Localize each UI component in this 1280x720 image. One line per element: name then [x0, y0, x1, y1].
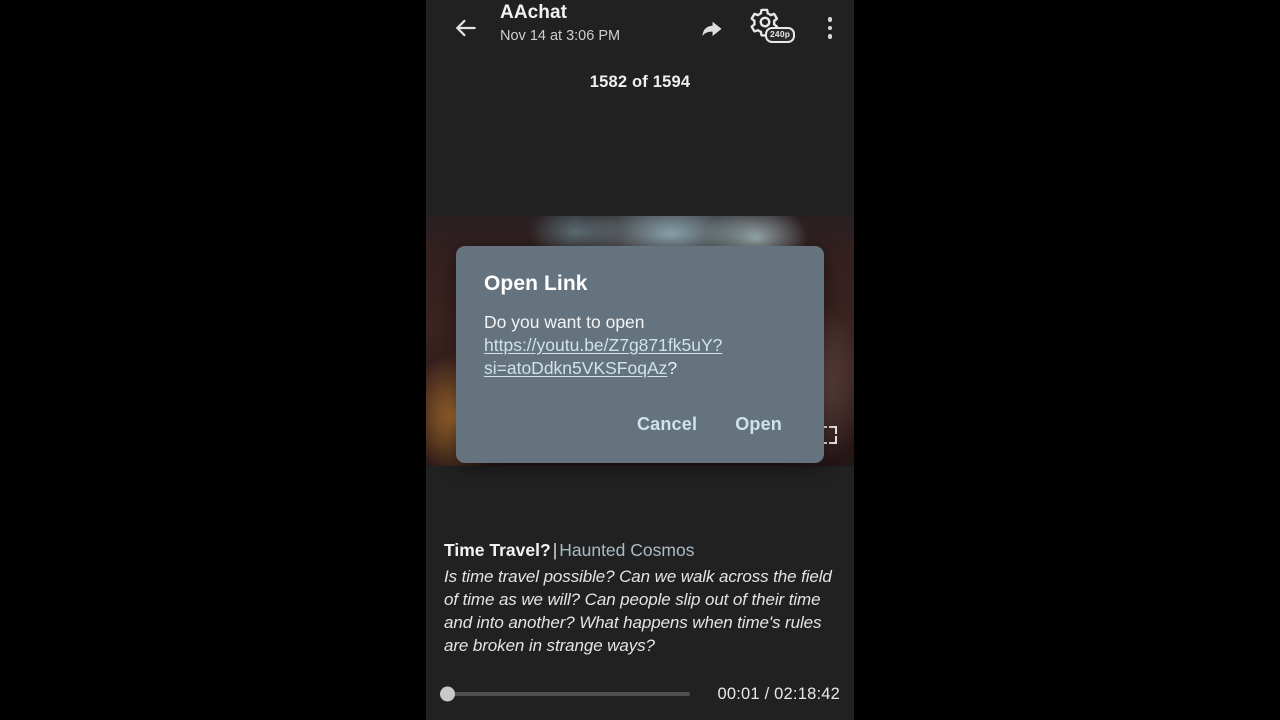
fullscreen-corner — [829, 426, 837, 434]
open-button[interactable]: Open — [721, 406, 796, 443]
gear-icon[interactable]: 240p — [749, 6, 796, 50]
dialog-url-link[interactable]: https://youtu.be/Z7g871fk5uY?si=atoDdkn5… — [484, 335, 722, 378]
dialog-message-prefix: Do you want to open — [484, 312, 645, 332]
cancel-button[interactable]: Cancel — [623, 406, 711, 443]
dialog-title: Open Link — [484, 272, 588, 295]
message-counter: 1582 of 1594 — [589, 73, 691, 91]
share-arrow-icon[interactable] — [692, 8, 732, 48]
fullscreen-corner — [829, 436, 837, 444]
seek-track[interactable] — [446, 691, 690, 697]
seek-thumb[interactable] — [440, 686, 455, 702]
back-arrow-icon[interactable] — [446, 8, 486, 48]
message-caption: Time Travel? | Haunted Cosmos Is time trav… — [426, 538, 854, 657]
caption-headline: Time Travel? | Haunted Cosmos — [444, 538, 836, 563]
screen-root: AAchat Nov 14 at 3:06 PM 240p 1582 of 15… — [0, 0, 1280, 720]
dialog-actions: Cancel Open — [484, 406, 796, 449]
caption-description: Is time travel possible? Can we walk acr… — [444, 567, 832, 655]
menu-dot — [827, 34, 833, 39]
dialog-message: Do you want to open https://youtu.be/Z7g… — [484, 311, 796, 380]
open-link-dialog: Open Link Do you want to open https://yo… — [456, 246, 824, 463]
app-bar: AAchat Nov 14 at 3:06 PM 240p — [426, 0, 854, 56]
more-vertical-icon[interactable] — [810, 8, 850, 48]
video-quality-badge: 240p — [765, 27, 796, 43]
menu-dot — [827, 25, 833, 31]
caption-channel: Haunted Cosmos — [559, 540, 695, 560]
caption-separator: | — [552, 540, 558, 560]
time-display: 00:01 / 02:18:42 — [717, 684, 840, 703]
seek-bar[interactable] — [440, 684, 690, 704]
player-controls: 00:01 / 02:18:42 — [426, 668, 854, 720]
menu-dot — [827, 17, 833, 22]
dialog-message-suffix: ? — [667, 358, 678, 378]
caption-title: Time Travel? — [444, 540, 551, 560]
